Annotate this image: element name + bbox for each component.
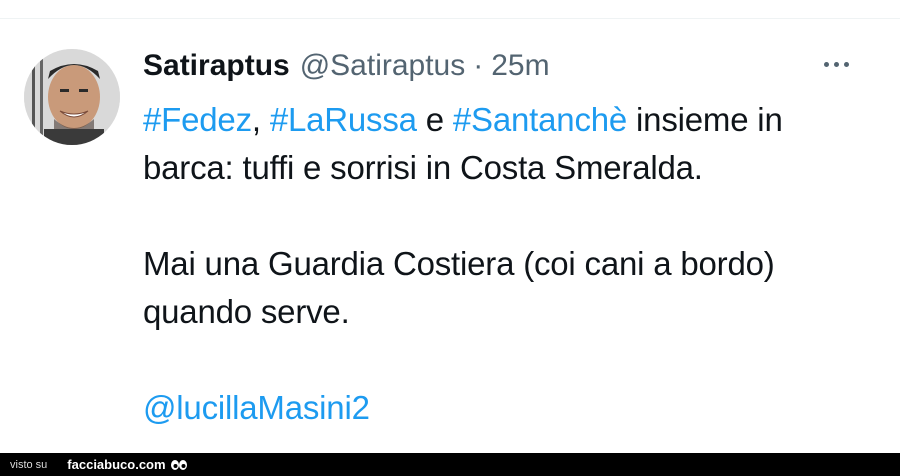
hashtag-larussa[interactable]: #LaRussa — [270, 101, 417, 138]
eyes-icon — [170, 459, 188, 471]
tweet-text: #Fedez, #LaRussa e #Santanchè insieme in… — [143, 96, 863, 432]
more-dot — [843, 61, 849, 67]
hashtag-fedez[interactable]: #Fedez — [143, 101, 252, 138]
more-dot — [833, 61, 839, 67]
more-dot — [823, 61, 829, 67]
display-name[interactable]: Satiraptus — [143, 40, 290, 92]
tweet-line-5: @lucillaMasini2 — [143, 384, 863, 432]
user-avatar-photo-icon — [24, 49, 120, 145]
tweet-line-4: quando serve. — [143, 293, 350, 330]
top-divider — [0, 18, 900, 19]
tweet-line-3: Mai una Guardia Costiera (coi cani a bor… — [143, 245, 775, 282]
separator-dot: · — [473, 49, 484, 82]
tweet-content: Satiraptus @Satiraptus · 25m #Fedez, #La… — [143, 40, 863, 432]
tweet-line-2: barca: tuffi e sorrisi in Costa Smeralda… — [143, 149, 703, 186]
user-avatar[interactable] — [24, 49, 120, 145]
more-options-icon[interactable] — [816, 52, 856, 76]
line1-rest: insieme in — [627, 101, 783, 138]
timestamp[interactable]: 25m — [491, 40, 549, 92]
comma: , — [251, 101, 261, 138]
tweet-card[interactable]: Satiraptus @Satiraptus · 25m #Fedez, #La… — [24, 40, 874, 440]
visto-su-label: visto su — [10, 458, 48, 471]
conjunction: e — [416, 101, 453, 138]
mention-lucillamasini2[interactable]: @lucillaMasini2 — [143, 389, 370, 426]
user-handle[interactable]: @Satiraptus — [300, 40, 466, 92]
hashtag-santanche[interactable]: #Santanchè — [453, 101, 627, 138]
footer-bar: visto su facciabuco.com — [0, 453, 900, 476]
tweet-header: Satiraptus @Satiraptus · 25m — [143, 40, 863, 92]
tweet-line-1: #Fedez, #LaRussa e #Santanchè insieme in — [143, 96, 863, 144]
brand-label[interactable]: facciabuco.com — [67, 457, 165, 472]
